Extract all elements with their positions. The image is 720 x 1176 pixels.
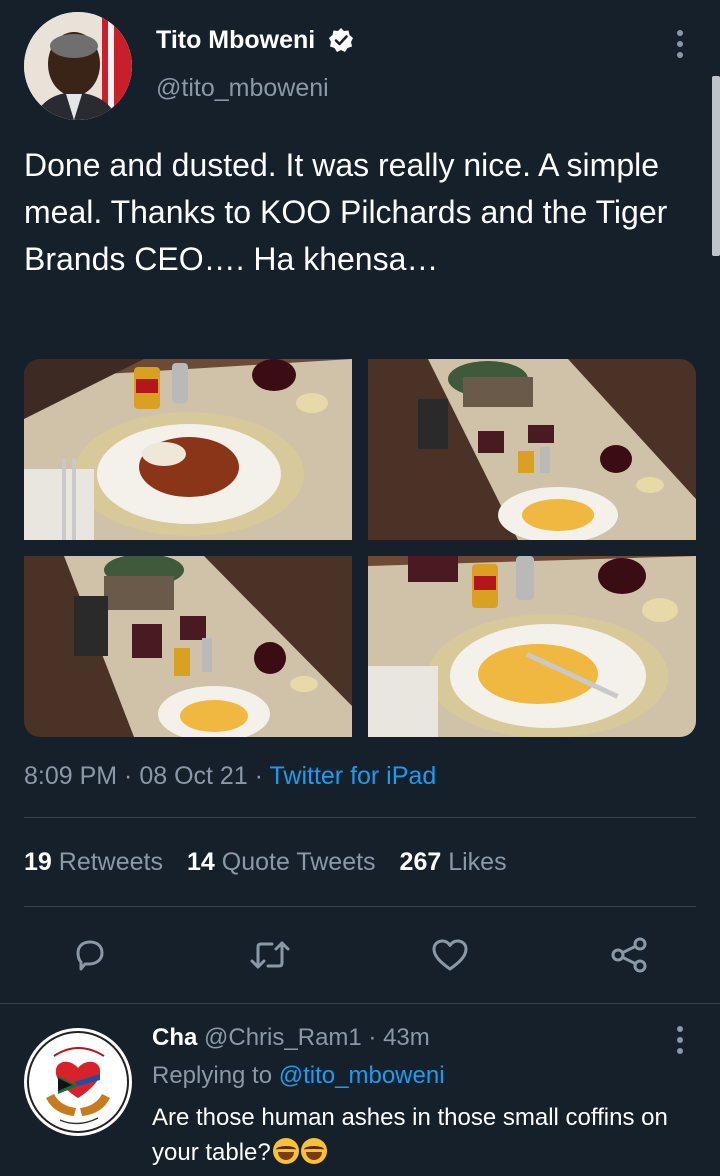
more-options-icon[interactable] (675, 30, 685, 58)
quotes-label: Quote Tweets (221, 848, 376, 876)
replying-mention[interactable]: @tito_mboweni (279, 1062, 445, 1089)
reply-text-block: Are those human ashes in those small cof… (152, 1100, 712, 1170)
tweet-meta: 8:09 PM · 08 Oct 21 · Twitter for iPad (24, 762, 436, 791)
author-name[interactable]: Tito Mboweni (156, 26, 315, 55)
verified-badge-icon (328, 27, 354, 53)
divider (24, 817, 696, 818)
scrollbar[interactable] (712, 76, 720, 256)
laughing-emoji-icon (300, 1138, 327, 1164)
reply-text: Are those human ashes in those small cof… (152, 1104, 668, 1166)
meta-separator: · (247, 762, 270, 790)
reply-separator: · (361, 1024, 384, 1051)
reply-avatar[interactable] (24, 1028, 132, 1136)
tweet-date[interactable]: 08 Oct 21 (139, 762, 247, 790)
retweet-icon[interactable] (248, 933, 292, 977)
tweet-time[interactable]: 8:09 PM (24, 762, 117, 790)
reply-icon[interactable] (68, 933, 112, 977)
laughing-emoji-icon (272, 1138, 299, 1164)
retweets-stat[interactable]: 19 Retweets (24, 848, 163, 877)
share-icon[interactable] (607, 933, 651, 977)
author-handle[interactable]: @tito_mboweni (156, 74, 329, 103)
like-icon[interactable] (428, 933, 472, 977)
quotes-count: 14 (186, 848, 215, 876)
tweet-photo-4[interactable] (368, 556, 696, 737)
reply-time[interactable]: 43m (383, 1024, 430, 1051)
divider (24, 906, 696, 907)
tweet-text: Done and dusted. It was really nice. A s… (24, 147, 668, 277)
tweet-source[interactable]: Twitter for iPad (270, 762, 437, 790)
tweet-photo-1[interactable] (24, 359, 352, 540)
reply-author-handle[interactable]: @Chris_Ram1 (204, 1024, 362, 1051)
meta-separator: · (117, 762, 140, 790)
tweet-photo-3[interactable] (24, 556, 352, 737)
retweets-count: 19 (24, 848, 52, 876)
divider (0, 1003, 720, 1004)
likes-count: 267 (399, 848, 442, 876)
author-avatar[interactable] (24, 12, 132, 120)
reply-more-options-icon[interactable] (675, 1026, 685, 1054)
replying-label: Replying to (152, 1062, 273, 1089)
reply-author-name[interactable]: Cha (152, 1024, 197, 1051)
replying-to: Replying to @tito_mboweni (152, 1062, 445, 1090)
likes-stat[interactable]: 267 Likes (400, 848, 507, 877)
tweet-stats: 19 Retweets 14 Quote Tweets 267 Likes (24, 848, 507, 877)
quote-tweets-stat[interactable]: 14 Quote Tweets (187, 848, 376, 877)
reply-header: Cha @Chris_Ram1 · 43m (152, 1024, 430, 1052)
likes-label: Likes (448, 848, 507, 876)
tweet-photo-2[interactable] (368, 359, 696, 540)
retweets-label: Retweets (58, 848, 163, 876)
